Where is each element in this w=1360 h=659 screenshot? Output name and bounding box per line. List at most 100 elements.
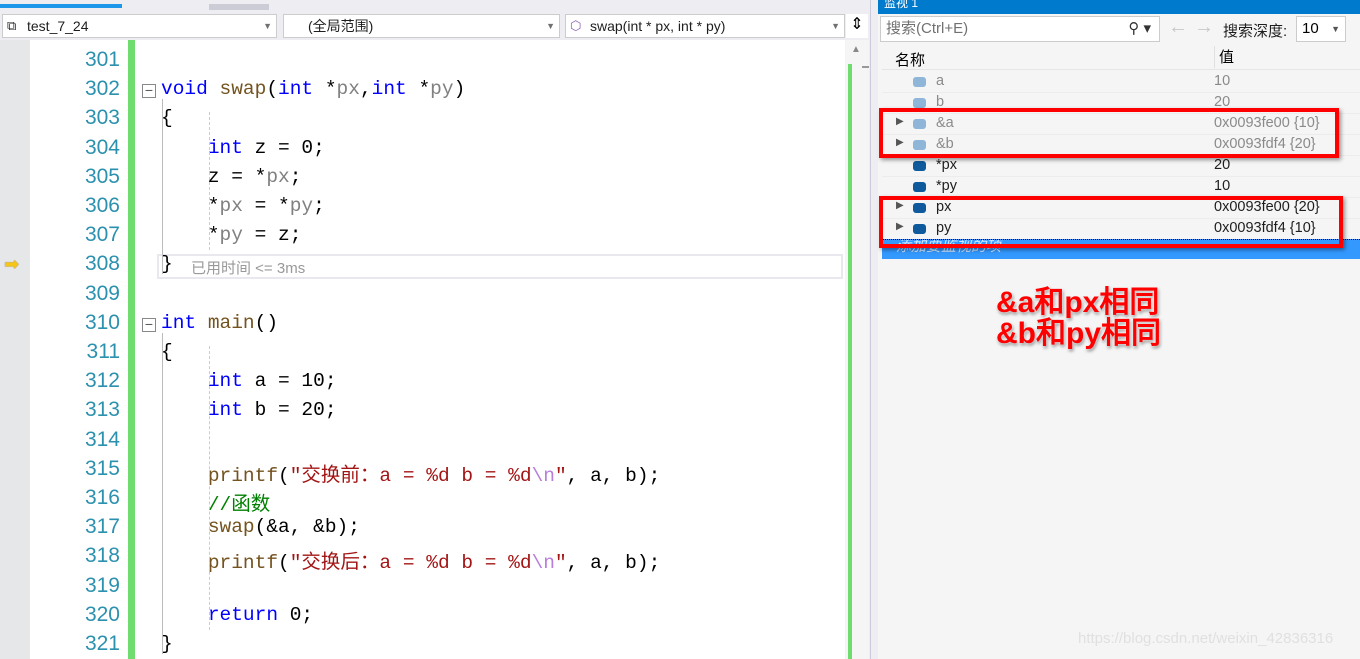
code-token: int	[207, 370, 243, 393]
code-token: , a, b);	[566, 464, 661, 487]
variable-icon	[913, 182, 926, 192]
chevron-down-icon: ▼	[1331, 24, 1340, 34]
watch-value: 10	[1214, 178, 1231, 194]
code-token: //函数	[207, 494, 271, 516]
search-back-icon[interactable]: ←	[1168, 16, 1188, 39]
code-token: (	[266, 78, 279, 101]
code-token: px	[266, 165, 290, 188]
annotation-line-1: &a和px相同	[996, 286, 1160, 319]
chevron-down-icon: ▼	[263, 21, 272, 31]
watch-row[interactable]: *py 10	[882, 177, 1360, 198]
highlight-box-pointers	[879, 196, 1343, 248]
watch-value: 10	[1214, 73, 1231, 89]
code-token: void	[161, 78, 208, 101]
line-number: 315	[84, 456, 120, 480]
document-tab-strip	[0, 0, 870, 10]
code-token: *	[406, 78, 431, 101]
code-line[interactable]: z = *px;	[161, 165, 302, 188]
fold-toggle-icon[interactable]: −	[142, 83, 156, 99]
code-token: *	[313, 78, 337, 101]
column-value-header[interactable]: 值	[1214, 46, 1234, 68]
outline-guide	[162, 99, 163, 275]
code-line[interactable]: printf("交换前：a = %d b = %d\n", a, b);	[161, 458, 660, 487]
search-depth-dropdown[interactable]: 10 ▼	[1296, 16, 1346, 42]
scope-name: (全局范围)	[308, 18, 374, 34]
code-token: ;	[313, 195, 325, 217]
code-line[interactable]: printf("交换后：a = %d b = %d\n", a, b);	[161, 545, 660, 574]
watch-row[interactable]: *px 20	[882, 156, 1360, 177]
line-number: 317	[84, 515, 120, 539]
fold-toggle-icon[interactable]: −	[142, 317, 156, 332]
breakpoint-gutter[interactable]	[0, 40, 30, 659]
search-depth-label: 搜索深度:	[1223, 23, 1288, 40]
scrollbar-caret-marker	[862, 66, 869, 68]
code-token: return	[207, 603, 279, 626]
code-token: py	[289, 195, 314, 217]
scroll-up-icon[interactable]: ▲	[851, 44, 861, 55]
code-line[interactable]: int main()	[161, 312, 278, 334]
annotation-line-2: &b和py相同	[996, 317, 1161, 350]
line-number: 319	[84, 573, 120, 597]
code-line[interactable]: int a = 10;	[161, 370, 337, 392]
change-tracking-bar	[128, 40, 135, 659]
watch-name: a	[936, 73, 945, 89]
code-token: "交换后：a = %d b = %d	[289, 552, 532, 575]
tab-scroll-indicator[interactable]	[209, 4, 269, 10]
active-tab-indicator[interactable]	[0, 4, 122, 8]
navigation-bar: ⧉ test_7_24 ▼ (全局范围) ▼ ⬡ swap(int * px, int …	[0, 12, 870, 40]
code-token: int	[161, 311, 197, 334]
search-forward-icon[interactable]: →	[1194, 16, 1214, 39]
code-token: ,	[359, 78, 372, 101]
code-token: = z;	[242, 224, 302, 247]
scrollbar-change-marker	[848, 64, 852, 659]
split-window-button[interactable]: ⇕	[846, 14, 868, 38]
indent-guide	[209, 346, 210, 630]
member-dropdown[interactable]: ⬡ swap(int * px, int * py) ▼	[565, 14, 845, 38]
scope-dropdown[interactable]: (全局范围) ▼	[283, 14, 560, 38]
perf-tip[interactable]: 已用时间 <= 3ms	[157, 254, 843, 280]
code-token: a = 10;	[242, 370, 337, 393]
line-number: 318	[84, 544, 120, 568]
code-token: (&a, &b);	[254, 516, 360, 539]
watch-row[interactable]: a 10	[882, 72, 1360, 93]
code-line[interactable]: //函数	[161, 487, 270, 516]
vertical-scrollbar[interactable]: ▲	[845, 40, 869, 659]
watch-title: 监视 1	[878, 0, 1360, 14]
code-line[interactable]: void swap(int *px,int *py)	[161, 78, 465, 100]
line-number: 314	[84, 427, 120, 451]
code-token: \n	[531, 464, 555, 487]
line-number: 305	[84, 164, 120, 188]
code-token: swap	[219, 78, 267, 101]
code-line[interactable]: *px = *py;	[161, 195, 325, 217]
member-name: swap(int * px, int * py)	[590, 18, 726, 34]
code-token: = *	[242, 195, 290, 217]
line-number: 308	[84, 252, 120, 276]
code-editor[interactable]: 已用时间 <= 3ms void swap(int *px,int *py) −{ …	[135, 40, 845, 659]
watch-search-input[interactable]: 搜索(Ctrl+E) ⚲ ▾	[880, 16, 1160, 42]
panel-splitter[interactable]	[870, 0, 878, 659]
code-line[interactable]: return 0;	[161, 604, 313, 626]
project-dropdown[interactable]: ⧉ test_7_24 ▼	[2, 14, 277, 38]
line-number: 303	[84, 106, 120, 130]
current-statement-arrow-icon: ➡	[4, 254, 20, 274]
variable-icon	[913, 77, 926, 87]
code-token: "	[554, 464, 567, 487]
code-token: printf	[207, 552, 279, 575]
search-depth-value: 10	[1302, 20, 1319, 37]
code-line[interactable]: swap(&a, &b);	[161, 516, 360, 538]
project-icon: ⧉	[7, 18, 17, 33]
code-line[interactable]: int b = 20;	[161, 399, 337, 421]
column-name-header[interactable]: 名称	[895, 49, 925, 70]
code-token: py	[430, 78, 454, 101]
code-line[interactable]: *py = z;	[161, 224, 302, 247]
search-icon[interactable]: ⚲ ▾	[1128, 17, 1151, 41]
code-line[interactable]: int z = 0;	[161, 137, 325, 159]
watermark: https://blog.csdn.net/weixin_42836316	[1078, 630, 1334, 647]
code-token: printf	[207, 464, 279, 487]
